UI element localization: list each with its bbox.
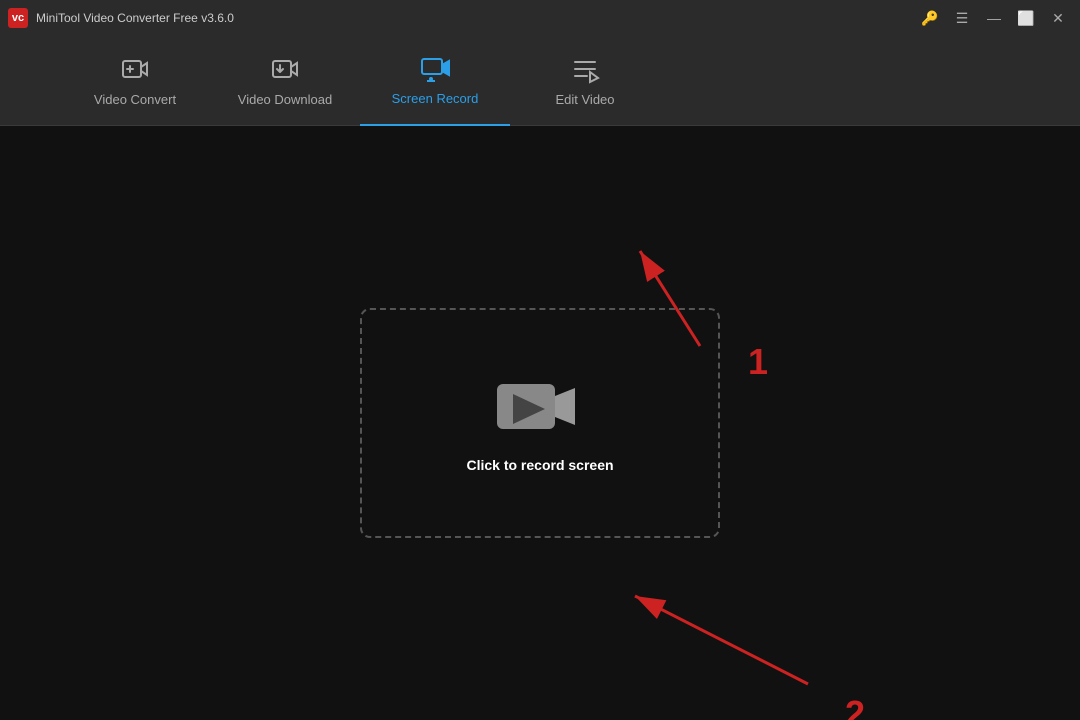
tab-screen-record[interactable]: Screen Record — [360, 36, 510, 126]
close-button[interactable]: ✕ — [1044, 6, 1072, 30]
video-convert-icon — [120, 54, 150, 84]
tab-video-convert[interactable]: Video Convert — [60, 36, 210, 126]
main-content: Click to record screen 1 2 — [0, 126, 1080, 720]
record-box[interactable]: Click to record screen — [360, 308, 720, 538]
screen-record-icon — [420, 53, 450, 83]
menu-button[interactable]: ☰ — [948, 6, 976, 30]
tab-video-download-label: Video Download — [238, 92, 332, 107]
camera-play-icon — [495, 374, 585, 439]
app-logo: vc — [8, 8, 28, 28]
title-bar-left: vc MiniTool Video Converter Free v3.6.0 — [8, 8, 234, 28]
tab-video-convert-label: Video Convert — [94, 92, 176, 107]
tab-edit-video-label: Edit Video — [555, 92, 614, 107]
video-download-icon — [270, 54, 300, 84]
tab-edit-video[interactable]: Edit Video — [510, 36, 660, 126]
app-title: MiniTool Video Converter Free v3.6.0 — [36, 11, 234, 25]
title-bar-controls: 🔑 ☰ — ⬜ ✕ — [916, 6, 1072, 30]
record-prompt-text: Click to record screen — [466, 457, 613, 473]
key-button[interactable]: 🔑 — [916, 6, 944, 30]
title-bar: vc MiniTool Video Converter Free v3.6.0 … — [0, 0, 1080, 36]
record-box-icon — [495, 374, 585, 439]
restore-button[interactable]: ⬜ — [1012, 6, 1040, 30]
nav-bar: Video Convert Video Download Screen Reco… — [0, 36, 1080, 126]
minimize-button[interactable]: — — [980, 6, 1008, 30]
svg-text:2: 2 — [845, 693, 865, 720]
tab-video-download[interactable]: Video Download — [210, 36, 360, 126]
edit-video-icon — [570, 54, 600, 84]
tab-screen-record-label: Screen Record — [392, 91, 479, 106]
svg-text:1: 1 — [748, 341, 768, 382]
